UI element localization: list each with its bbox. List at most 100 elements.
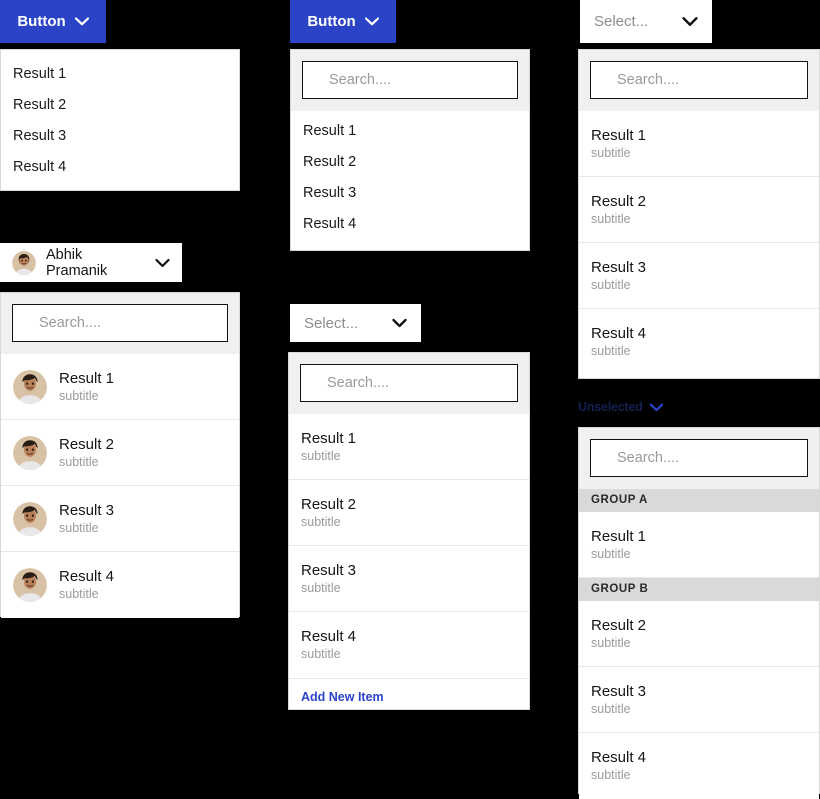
list-item[interactable]: Result 2 <box>1 89 239 120</box>
user-photo-avatar <box>13 369 47 404</box>
list-item-label: Result 4 <box>303 215 357 232</box>
search-input[interactable] <box>12 304 228 342</box>
list-item-subtitle: subtitle <box>301 448 341 463</box>
list-item[interactable]: Result 4 subtitle <box>1 552 239 618</box>
select-trigger-2[interactable]: Select... <box>290 304 421 342</box>
list-item[interactable]: Result 3 subtitle <box>1 486 239 552</box>
select-trigger-3[interactable]: Select... <box>580 0 712 43</box>
list-item-title: Result 3 <box>301 561 357 579</box>
list-item-subtitle: subtitle <box>301 514 341 529</box>
list-item[interactable]: Result 1 <box>1 58 239 89</box>
list-item[interactable]: Result 3 subtitle <box>579 667 819 733</box>
list-item[interactable]: Result 3 subtitle <box>579 243 819 309</box>
list-item[interactable]: Result 3 <box>291 177 529 208</box>
search-input[interactable] <box>590 61 808 99</box>
list-item-title: Result 3 <box>591 682 647 700</box>
list-item-title: Result 2 <box>591 192 647 210</box>
search-input[interactable] <box>300 364 518 402</box>
add-new-item-button[interactable]: Add New Item <box>289 678 529 714</box>
search-input[interactable] <box>302 61 518 99</box>
button-label: Button <box>307 13 356 30</box>
chevron-down-icon <box>682 16 698 27</box>
list-item-subtitle: subtitle <box>591 145 631 160</box>
list-item-subtitle: subtitle <box>301 647 341 662</box>
list-item-subtitle: subtitle <box>591 768 631 783</box>
list-item[interactable]: Result 4 <box>291 208 529 239</box>
list-item-subtitle: subtitle <box>591 344 631 359</box>
list-item-title: Result 4 <box>59 568 115 585</box>
user-dropdown-trigger[interactable]: Abhik Pramanik <box>0 243 182 282</box>
search-dropdown-panel: Result 1 Result 2 Result 3 Result 4 <box>290 49 530 251</box>
chevron-down-icon <box>364 17 379 26</box>
list-item[interactable]: Result 1 subtitle <box>579 512 819 578</box>
list-item[interactable]: Result 1 <box>291 115 529 146</box>
result-list: Result 1 subtitle Result 2 subtitle Resu… <box>579 111 819 375</box>
button-label: Button <box>17 13 66 30</box>
search-input[interactable] <box>590 439 808 477</box>
list-item[interactable]: Result 1 subtitle <box>579 111 819 177</box>
list-item-title: Result 3 <box>59 501 115 519</box>
list-item-label: Result 2 <box>303 153 357 170</box>
list-item[interactable]: Result 2 subtitle <box>1 420 239 486</box>
list-item-subtitle: subtitle <box>59 587 99 602</box>
group-header: GROUP B <box>579 578 819 601</box>
list-item-subtitle: subtitle <box>59 454 99 469</box>
list-item[interactable]: Result 1 subtitle <box>1 354 239 420</box>
list-item[interactable]: Result 2 subtitle <box>579 177 819 243</box>
button-dropdown-trigger-2[interactable]: Button <box>290 0 396 43</box>
result-list: Result 1 subtitle Result 2 subtitle Resu… <box>1 354 239 618</box>
list-item-label: Result 1 <box>13 65 67 82</box>
list-item-title: Result 4 <box>301 628 357 645</box>
list-item-label: Result 1 <box>303 122 357 139</box>
list-item-subtitle: subtitle <box>59 388 99 403</box>
list-item[interactable]: Result 2 <box>291 146 529 177</box>
group-header: GROUP A <box>579 489 819 512</box>
list-item-subtitle: subtitle <box>301 580 341 595</box>
list-item-subtitle: subtitle <box>591 277 631 292</box>
list-item-title: Result 3 <box>591 258 647 276</box>
unselected-dropdown-trigger[interactable]: Unselected <box>578 400 663 414</box>
list-item-subtitle: subtitle <box>591 546 631 561</box>
select-value-label: Select... <box>594 13 649 30</box>
button-dropdown-trigger-1[interactable]: Button <box>0 0 106 43</box>
subtitle-dropdown-panel-3: Result 1 subtitle Result 2 subtitle Resu… <box>578 49 820 379</box>
simple-dropdown-panel: Result 1 Result 2 Result 3 Result 4 <box>0 49 240 191</box>
list-item[interactable]: Result 2 subtitle <box>289 480 529 546</box>
search-zone <box>291 50 529 111</box>
chevron-down-icon <box>155 258 170 268</box>
list-item[interactable]: Result 3 subtitle <box>289 546 529 612</box>
subtitle-dropdown-panel-2: Result 1 subtitle Result 2 subtitle Resu… <box>288 352 530 710</box>
list-item[interactable]: Result 1 subtitle <box>289 414 529 480</box>
list-item-label: Result 4 <box>13 158 67 175</box>
list-item[interactable]: Result 4 <box>1 151 239 182</box>
result-list: Result 1 Result 2 Result 3 Result 4 <box>1 58 239 182</box>
list-item-title: Result 4 <box>591 749 647 766</box>
grouped-result-list: GROUP A Result 1 subtitle GROUP B Result… <box>579 489 819 799</box>
search-zone <box>289 353 529 414</box>
user-photo-avatar <box>13 568 47 602</box>
list-item-title: Result 4 <box>591 325 647 342</box>
chevron-down-icon <box>74 17 89 26</box>
user-photo-avatar <box>13 435 47 470</box>
user-name-label: Abhik Pramanik <box>46 246 108 279</box>
select-value-label: Select... <box>304 314 359 332</box>
user-photo-avatar <box>12 250 36 275</box>
search-zone <box>1 293 239 354</box>
user-photo-avatar <box>13 501 47 536</box>
list-item[interactable]: Result 4 subtitle <box>289 612 529 678</box>
list-item-title: Result 1 <box>301 429 357 447</box>
list-item-subtitle: subtitle <box>591 211 631 226</box>
list-item-subtitle: subtitle <box>591 701 631 716</box>
search-zone <box>579 50 819 111</box>
list-item[interactable]: Result 2 subtitle <box>579 601 819 667</box>
list-item[interactable]: Result 4 subtitle <box>579 733 819 799</box>
list-item-subtitle: subtitle <box>59 520 99 535</box>
list-item-title: Result 1 <box>591 126 647 144</box>
list-item-title: Result 2 <box>591 616 647 634</box>
chevron-down-icon <box>649 403 663 412</box>
list-item[interactable]: Result 4 subtitle <box>579 309 819 375</box>
result-list: Result 1 Result 2 Result 3 Result 4 <box>291 111 529 239</box>
list-item[interactable]: Result 3 <box>1 120 239 151</box>
list-item-label: Result 3 <box>303 184 357 201</box>
unselected-label: Unselected <box>578 400 643 414</box>
